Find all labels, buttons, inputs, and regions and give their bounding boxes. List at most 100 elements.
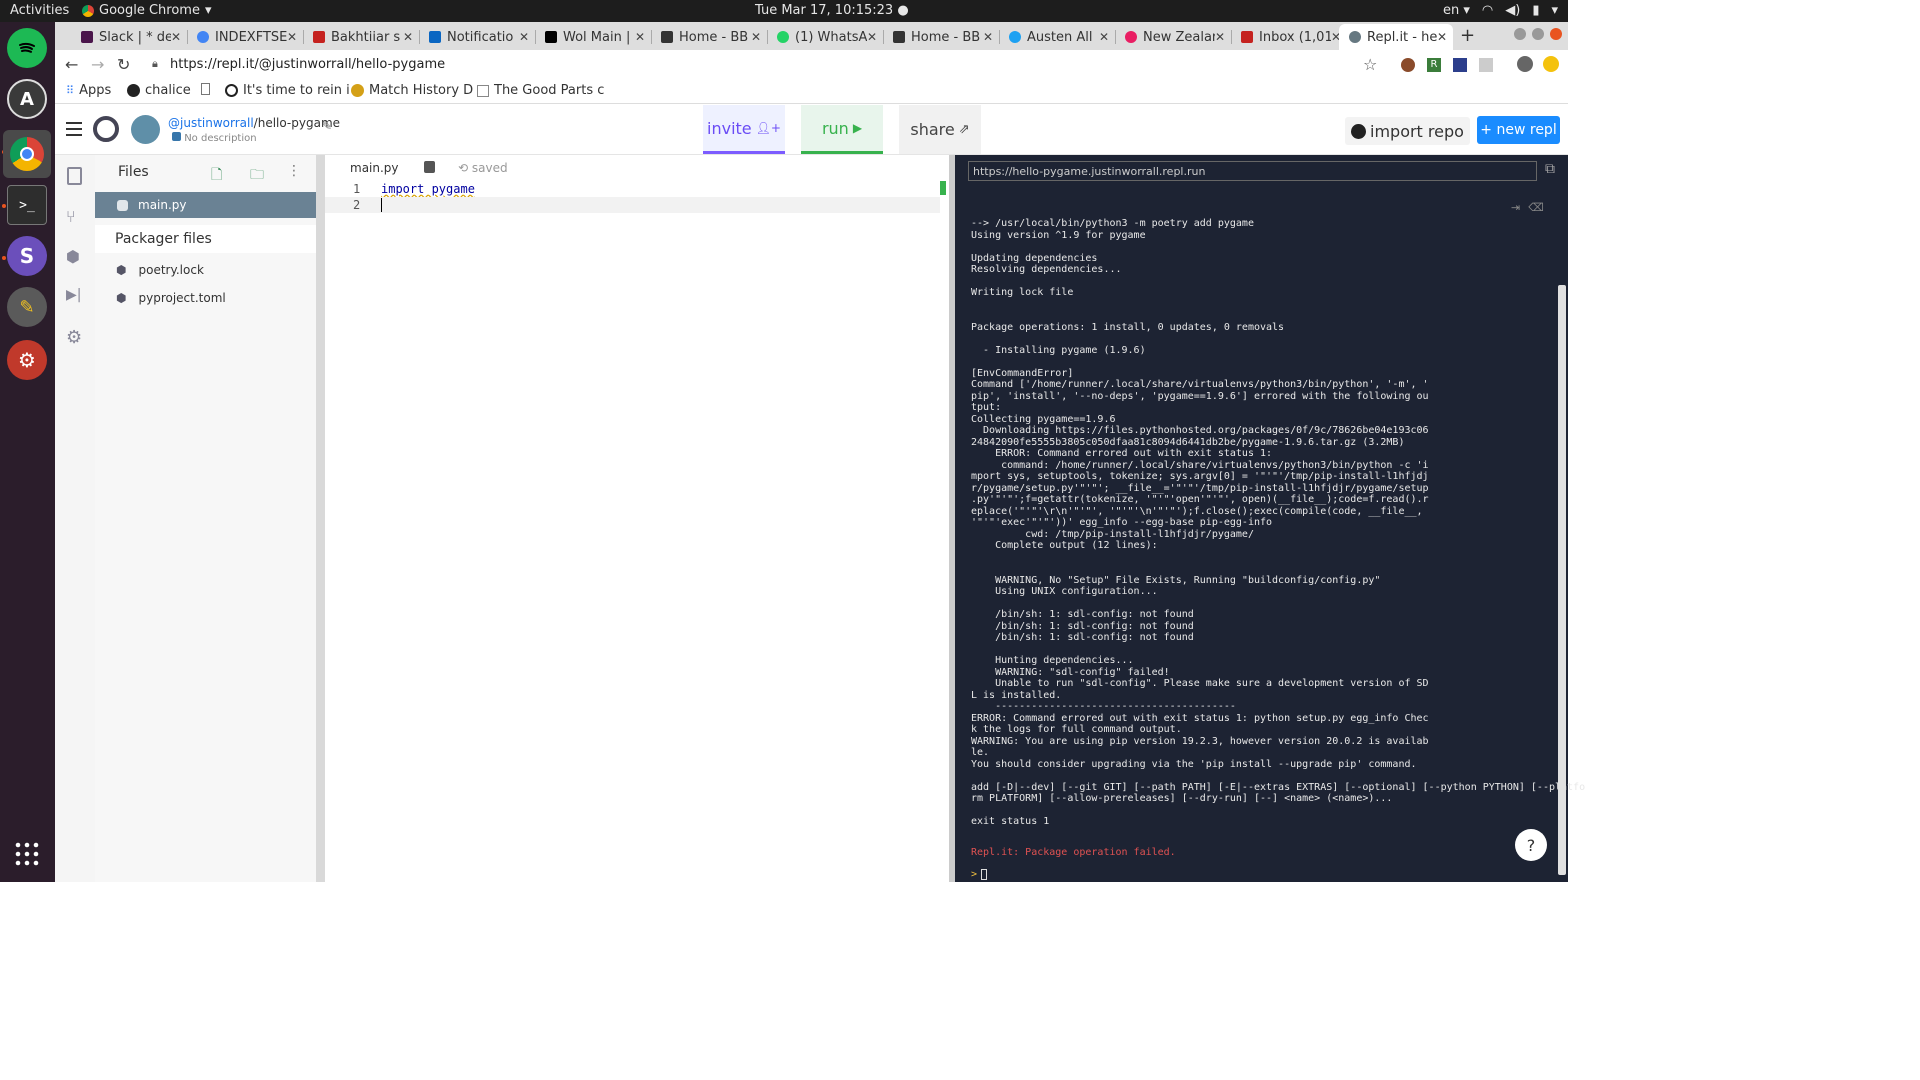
format-icon[interactable] — [424, 161, 435, 173]
browser-tab[interactable]: New Zealar ✕ — [1115, 24, 1231, 50]
bookmark-apps[interactable]: ⠿ Apps — [66, 83, 111, 98]
gimp-icon[interactable]: ✎ — [7, 287, 47, 327]
browser-tab[interactable]: Home - BB ✕ — [883, 24, 999, 50]
run-button[interactable]: run ▶ — [801, 105, 883, 154]
language-indicator[interactable]: en ▾ — [1443, 3, 1470, 18]
file-item-poetry-lock[interactable]: ⬢ poetry.lock — [95, 259, 316, 281]
bookmark-chalice[interactable]: chalice — [127, 83, 191, 98]
panel-resize-handle[interactable] — [316, 155, 325, 882]
browser-tab[interactable]: (1) WhatsA ✕ — [767, 24, 883, 50]
browser-tab-active[interactable]: Repl.it - hel ✕ — [1339, 24, 1453, 50]
clock[interactable]: Tue Mar 17, 10:15:23 ● — [755, 3, 909, 18]
software-updater-icon[interactable]: A — [7, 79, 47, 119]
close-icon[interactable]: ✕ — [171, 30, 181, 44]
bookmark-rein[interactable]: It's time to rein i — [225, 83, 350, 98]
repl-description[interactable]: No description — [172, 132, 257, 144]
close-icon[interactable]: ✕ — [1099, 30, 1109, 44]
extension-icon[interactable] — [1479, 58, 1493, 72]
edit-icon[interactable]: ✎ — [322, 119, 332, 133]
browser-tab[interactable]: Wol Main | ✕ — [535, 24, 651, 50]
debugger-icon[interactable]: ▶| — [66, 287, 81, 303]
close-icon[interactable]: ✕ — [867, 30, 877, 44]
file-item-pyproject-toml[interactable]: ⬢ pyproject.toml — [95, 287, 316, 309]
browser-tab[interactable]: INDEXFTSE ✕ — [187, 24, 303, 50]
bookmark-page[interactable] — [201, 83, 210, 95]
close-icon[interactable]: ✕ — [1437, 30, 1447, 44]
settings-icon[interactable]: ⚙ — [7, 340, 47, 380]
site-icon — [477, 84, 489, 97]
expand-icon[interactable]: ⇥ — [1511, 201, 1520, 214]
files-icon[interactable] — [67, 167, 82, 185]
close-window-icon[interactable] — [1550, 28, 1562, 40]
repl-title[interactable]: @justinworrall/hello-pygame — [168, 116, 340, 130]
packages-icon[interactable]: ⬢ — [66, 247, 80, 266]
share-button[interactable]: share ⇗ — [899, 105, 981, 154]
tab-favicon — [197, 31, 209, 43]
bookmark-match-history[interactable]: Match History D — [351, 83, 473, 98]
help-button[interactable]: ? — [1515, 829, 1547, 861]
browser-tab[interactable]: Austen All ✕ — [999, 24, 1115, 50]
hamburger-menu-icon[interactable] — [65, 121, 83, 141]
import-repo-button[interactable]: import repo — [1345, 117, 1470, 145]
avatar[interactable] — [1517, 56, 1533, 72]
spotify-icon[interactable] — [7, 28, 47, 68]
close-icon[interactable]: ✕ — [403, 30, 413, 44]
chevron-down-icon: ▾ — [204, 3, 212, 18]
repl-header: @justinworrall/hello-pygame ✎ No descrip… — [55, 105, 1568, 155]
terminal-icon[interactable]: >_ — [7, 185, 47, 225]
browser-tab[interactable]: Bakhtiiar s ✕ — [303, 24, 419, 50]
console-prompt[interactable]: > — [971, 869, 988, 880]
webview-url-bar[interactable]: https://hello-pygame.justinworrall.repl.… — [968, 161, 1537, 181]
tab-title: Inbox (1,01 — [1259, 29, 1331, 45]
address-bar[interactable]: https://repl.it/@justinworrall/hello-pyg… — [170, 57, 445, 72]
console-scrollbar[interactable] — [1558, 285, 1566, 875]
code-line-current[interactable]: 2 — [325, 197, 940, 213]
close-icon[interactable]: ✕ — [519, 30, 529, 44]
wifi-icon: ◠ — [1481, 3, 1494, 18]
version-control-icon[interactable]: ⑂ — [66, 207, 76, 226]
system-tray[interactable]: en ▾ ◠ ◀) ▮ ▾ — [1443, 3, 1558, 18]
minimize-icon[interactable] — [1514, 28, 1526, 40]
back-icon[interactable]: ← — [65, 55, 78, 74]
repl-avatar[interactable] — [131, 115, 160, 144]
close-icon[interactable]: ✕ — [635, 30, 645, 44]
browser-tab[interactable]: Slack | * de ✕ — [71, 24, 187, 50]
new-tab-button[interactable]: + — [1460, 25, 1475, 46]
browser-tab[interactable]: Notificatio ✕ — [419, 24, 535, 50]
close-icon[interactable]: ✕ — [983, 30, 993, 44]
maximize-icon[interactable] — [1532, 28, 1544, 40]
star-icon[interactable]: ☆ — [1363, 55, 1377, 74]
add-file-icon[interactable]: 🗋︎ — [211, 164, 222, 188]
bookmarks-bar: ⠿ Apps chalice It's time to rein i Match … — [55, 80, 1568, 104]
add-folder-icon[interactable]: 🗀︎ — [250, 164, 264, 188]
editor-tab[interactable]: main.py — [350, 161, 399, 175]
clear-icon[interactable]: ⌫ — [1528, 201, 1544, 214]
more-options-icon[interactable]: ⋮ — [287, 163, 301, 179]
extension-icon[interactable]: R — [1427, 58, 1441, 72]
app-menu[interactable]: Google Chrome ▾ — [82, 3, 212, 18]
menu-icon[interactable] — [1543, 56, 1559, 72]
replit-logo-icon[interactable] — [93, 116, 119, 142]
sublime-text-icon[interactable]: S — [7, 236, 47, 276]
settings-icon[interactable]: ⚙ — [66, 327, 82, 348]
close-icon[interactable]: ✕ — [751, 30, 761, 44]
tab-favicon — [81, 31, 93, 43]
activities-button[interactable]: Activities — [10, 3, 69, 18]
open-external-icon[interactable]: ⧉ — [1545, 161, 1555, 177]
extension-icon[interactable] — [1453, 58, 1467, 72]
code-line[interactable]: 1 import pygame — [325, 181, 940, 197]
run-label: run — [821, 118, 849, 138]
forward-icon[interactable]: → — [91, 55, 104, 74]
new-repl-button[interactable]: + new repl — [1477, 116, 1560, 144]
browser-tab[interactable]: Inbox (1,01 ✕ — [1231, 24, 1347, 50]
invite-button[interactable]: invite 👤︎+ — [703, 105, 785, 154]
reload-icon[interactable]: ↻ — [117, 55, 130, 74]
chrome-icon[interactable] — [3, 130, 51, 178]
file-item-main-py[interactable]: main.py — [95, 192, 316, 218]
close-icon[interactable]: ✕ — [1215, 30, 1225, 44]
close-icon[interactable]: ✕ — [287, 30, 297, 44]
extension-icon[interactable] — [1401, 58, 1415, 72]
browser-tab[interactable]: Home - BB ✕ — [651, 24, 767, 50]
show-applications-icon[interactable] — [7, 834, 47, 874]
bookmark-good-parts[interactable]: The Good Parts c — [477, 83, 604, 98]
